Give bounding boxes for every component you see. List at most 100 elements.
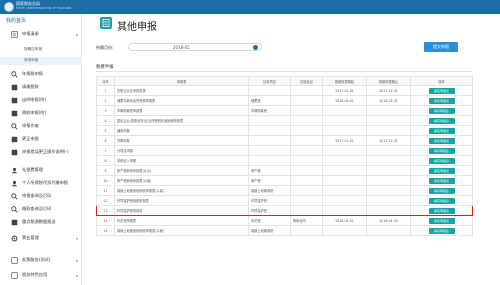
- sidebar-item-invoice[interactable]: 发票服务(测试) ▾: [0, 254, 82, 266]
- period-start: 2017-01-01: [322, 85, 367, 96]
- row-number: 8: [96, 155, 115, 166]
- levy-subitem: [290, 185, 323, 196]
- user-icon: [10, 166, 18, 174]
- action-cell: 填写申报表: [410, 165, 473, 176]
- sidebar-item-iit[interactable]: 个人所得税代扣代缴申报: [0, 177, 82, 189]
- fill-form-button[interactable]: 填写申报表: [428, 127, 455, 134]
- toggle-knob-icon: [253, 45, 258, 50]
- chevron-up-icon: ▴: [75, 31, 78, 37]
- sidebar-item-key-source[interactable]: 重点税源数据报送: [0, 216, 82, 228]
- fill-form-button[interactable]: 填写申报表: [428, 167, 455, 174]
- sidebar-item-label: 申报作废: [22, 123, 39, 128]
- table-row: 15 城镇土地使用税纳税申报表(从面) 城镇土地使用税 填写申报表: [96, 225, 473, 236]
- doc-icon: [10, 96, 18, 104]
- period-end: [366, 195, 411, 206]
- doc-icon: [10, 148, 18, 156]
- sidebar-item-label: 税收申报(附): [22, 110, 47, 115]
- row-number: 12: [96, 195, 115, 206]
- fill-form-button[interactable]: 填写申报表: [428, 107, 455, 114]
- levy-item: 房产税: [248, 165, 291, 176]
- chevron-down-icon: ▾: [75, 272, 78, 278]
- fill-form-button[interactable]: 填写申报表: [428, 227, 455, 234]
- levy-subitem: [290, 195, 323, 206]
- sidebar-item-social[interactable]: 社保费管理: [0, 164, 82, 176]
- fill-form-button[interactable]: 填写申报表: [428, 157, 455, 164]
- fill-form-button[interactable]: 填写申报表: [428, 87, 455, 94]
- tax-icon: [10, 83, 18, 91]
- fill-form-button[interactable]: 填写申报表: [428, 117, 455, 124]
- sidebar-item-payment-print[interactable]: 缴款查询及打印: [0, 203, 82, 215]
- chevron-down-icon: ▾: [75, 235, 78, 241]
- sidebar-item-declaration-list[interactable]: 申报清册 ▴: [0, 28, 82, 40]
- row-number: 15: [96, 225, 115, 236]
- row-number: 2: [96, 95, 115, 106]
- form-name: 房产税纳税申报表(从租): [114, 175, 249, 186]
- period-end: [366, 225, 411, 236]
- submit-button[interactable]: 提交申报: [424, 42, 458, 52]
- sidebar-item-label: 税务特色应用: [22, 272, 48, 277]
- table-row: 4 居民企业(查账征收)企业所得税年度纳税申报表 填写申报表: [96, 115, 473, 126]
- sidebar-item-query-print[interactable]: 申报查询及打印: [0, 190, 82, 202]
- period-start: [322, 115, 367, 126]
- doc-icon: [10, 256, 18, 264]
- sidebar-item-label: 发票服务(测试): [22, 257, 51, 262]
- fill-form-button[interactable]: 填写申报表: [428, 97, 455, 104]
- levy-item: 印花税: [248, 215, 291, 226]
- sidebar-item-label: 申报查询及打印: [22, 193, 52, 198]
- period-start: [322, 225, 367, 236]
- period-start: [322, 125, 367, 136]
- action-cell: 填写申报表: [410, 135, 473, 146]
- table-row: 5 通用申报 填写申报表: [96, 125, 473, 136]
- levy-subitem: [290, 125, 323, 136]
- fill-form-button[interactable]: 填写申报表: [428, 207, 455, 214]
- sidebar-item-export[interactable]: 出明申报(附): [0, 94, 82, 106]
- levy-subitem: [290, 95, 323, 106]
- table-row: 13 环境保护税申报表 环境保护税 填写申报表: [96, 205, 473, 216]
- sidebar-item-correct-guide[interactable]: 申报错误更正操作说明(-): [0, 146, 82, 158]
- form-name: 城镇土地使用税纳税申报表(从面): [114, 225, 249, 236]
- column-header: 税款所属期止: [366, 76, 411, 86]
- sidebar-item-void[interactable]: 申报作废: [0, 120, 82, 132]
- sidebar-sub-other[interactable]: 其他申报: [24, 58, 38, 63]
- sidebar-item-tax-income[interactable]: 税收申报(附): [0, 107, 82, 119]
- row-number: 3: [96, 105, 115, 116]
- form-name: 分项目申报: [114, 145, 249, 156]
- sidebar-title[interactable]: 我的首页: [6, 17, 26, 24]
- fill-form-button[interactable]: 填写申报表: [428, 177, 455, 184]
- levy-subitem: [290, 85, 323, 96]
- levy-subitem: [290, 225, 323, 236]
- levy-subitem: 购销合同: [290, 215, 323, 226]
- sidebar-item-annual[interactable]: 年报税申报: [0, 68, 82, 80]
- sidebar-item-special[interactable]: 税务特色应用 ▾: [0, 269, 82, 281]
- fill-form-button[interactable]: 填写申报表: [428, 217, 455, 224]
- declaration-table: 序号 申报表 征收项目 征收品目 税款所属期起 税款所属期止 操作 1 关联企业往…: [96, 76, 473, 236]
- column-header: 序号: [96, 76, 115, 86]
- levy-subitem: [290, 135, 323, 146]
- form-name: 关联申报: [114, 135, 249, 146]
- edit-icon: [10, 135, 18, 143]
- sidebar-item-correct[interactable]: 更正申报: [0, 133, 82, 145]
- levy-item: 房产税: [248, 175, 291, 186]
- fill-form-button[interactable]: 填写申报表: [428, 147, 455, 154]
- levy-item: [248, 125, 291, 136]
- levy-item: 环境保护税: [248, 195, 291, 206]
- fill-form-button[interactable]: 填写申报表: [428, 187, 455, 194]
- row-number: 10: [96, 175, 115, 186]
- table-row: 3 车辆购置税申报表 车辆购置税 填写申报表: [96, 105, 473, 116]
- fill-form-button[interactable]: 填写申报表: [428, 137, 455, 144]
- sidebar-item-tax-clear[interactable]: 清缴税款: [0, 81, 82, 93]
- form-name: 居民企业(查账征收)企业所得税年度纳税申报表: [114, 115, 249, 126]
- top-bar: 国家税务总局 STATE ADMINISTRATION OF TAXATION: [0, 0, 500, 14]
- form-name: 非税收入申报: [114, 155, 249, 166]
- row-number: 14: [96, 215, 115, 226]
- sidebar-sub-periodic[interactable]: 按期应申报: [24, 47, 42, 52]
- action-cell: 填写申报表: [410, 205, 473, 216]
- column-header: 征收品目: [290, 76, 323, 86]
- levy-item: [248, 135, 291, 146]
- period-select[interactable]: 2018-05: [128, 43, 262, 51]
- fill-form-button[interactable]: 填写申报表: [428, 197, 455, 204]
- form-name: 房产税纳税申报表(从价): [114, 165, 249, 176]
- sidebar-item-ticket[interactable]: 票业管理 ▾: [0, 232, 82, 244]
- column-header: 操作: [410, 76, 473, 86]
- period-start: 2018-04-01: [322, 215, 367, 226]
